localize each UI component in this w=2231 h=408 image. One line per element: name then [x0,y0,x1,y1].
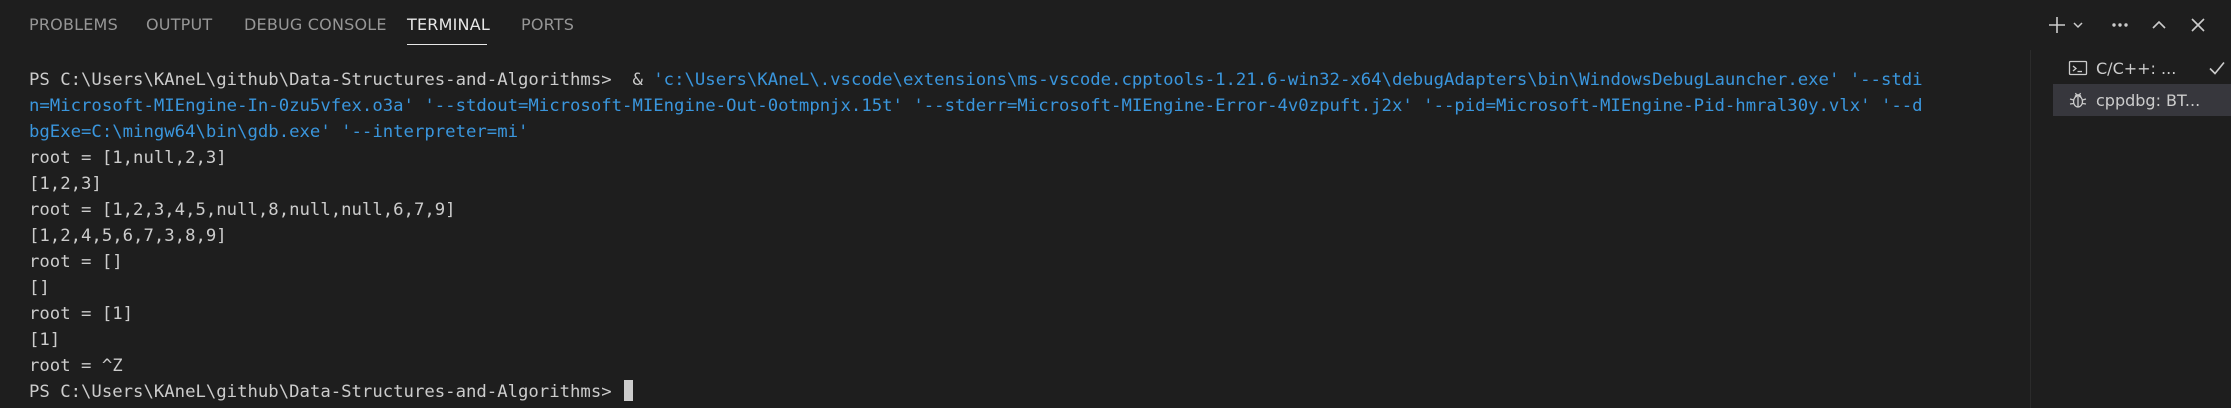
panel-tab-bar: PROBLEMS OUTPUT DEBUG CONSOLE TERMINAL P… [0,0,2231,50]
command-text: 'c:\Users\KAneL\.vscode\extensions\ms-vs… [653,70,1923,90]
tab-problems[interactable]: PROBLEMS [29,15,118,34]
prompt-text: PS C:\Users\KAneL\github\Data-Structures… [29,70,654,90]
terminal-cursor [624,380,634,401]
terminal-line: PS C:\Users\KAneL\github\Data-Structures… [29,67,2028,93]
tab-debug-console[interactable]: DEBUG CONSOLE [244,15,387,34]
output-line: [] [29,278,50,298]
more-icon[interactable] [2106,11,2134,39]
close-icon[interactable] [2184,11,2212,39]
output-line: [1,2,4,5,6,7,3,8,9] [29,226,227,246]
terminal-list-item-cppdbg[interactable]: cppdbg: BT... [2053,84,2231,116]
terminal-list-item-cpp[interactable]: C/C++: ... [2053,52,2231,84]
terminal-list-label: C/C++: ... [2096,58,2177,78]
tab-terminal[interactable]: TERMINAL [407,15,490,34]
command-text: n=Microsoft-MIEngine-In-0zu5vfex.o3a' '-… [29,96,1923,116]
command-text: bgExe=C:\mingw64\bin\gdb.exe' '--interpr… [29,122,529,142]
tab-output[interactable]: OUTPUT [146,15,212,34]
terminal-list-label: cppdbg: BT... [2096,90,2201,110]
output-line: root = [1,2,3,4,5,null,8,null,null,6,7,9… [29,200,456,220]
terminal-icon [2068,58,2088,78]
prompt-text: PS C:\Users\KAneL\github\Data-Structures… [29,382,623,402]
maximize-panel-icon[interactable] [2145,11,2173,39]
output-line: [1] [29,330,61,350]
terminal-list: C/C++: ... cppdbg: BT... [2051,50,2231,408]
chevron-down-icon[interactable] [2068,11,2088,39]
output-line: root = [1] [29,304,134,324]
output-line: root = [] [29,252,123,272]
output-line: root = ^Z [29,356,123,376]
plus-icon[interactable] [2043,11,2071,39]
check-icon [2207,58,2227,82]
active-tab-indicator [407,44,487,45]
terminal-line: PS C:\Users\KAneL\github\Data-Structures… [29,379,2028,405]
terminal-scrollbar[interactable] [2030,50,2044,408]
bug-icon [2068,90,2088,110]
tab-ports[interactable]: PORTS [521,15,574,34]
terminal-output[interactable]: PS C:\Users\KAneL\github\Data-Structures… [29,67,2028,407]
output-line: [1,2,3] [29,174,102,194]
output-line: root = [1,null,2,3] [29,148,227,168]
